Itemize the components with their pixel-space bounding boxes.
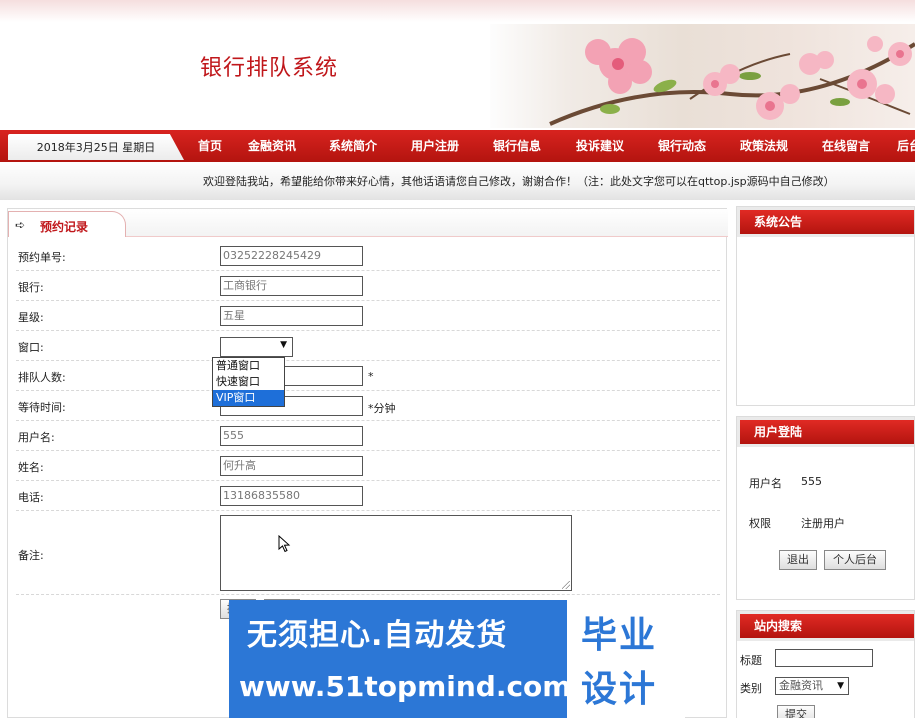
order-no-field[interactable]: 03252228245429 xyxy=(220,246,363,266)
wait-time-label: 等待时间: xyxy=(18,401,66,414)
main-nav: 2018年3月25日 星期日 首页 金融资讯 系统简介 用户注册 银行信息 投诉… xyxy=(0,130,915,162)
bank-label: 银行: xyxy=(18,281,44,294)
row-name: 姓名: 何升高 xyxy=(16,451,720,481)
search-type-value: 金融资讯 xyxy=(779,679,823,692)
search-submit-button[interactable]: 提交 xyxy=(777,705,815,718)
search-type-label: 类别 xyxy=(740,682,762,695)
row-phone: 电话: 13186835580 xyxy=(16,481,720,511)
name-field[interactable]: 何升高 xyxy=(220,456,363,476)
window-option-fast[interactable]: 快速窗口 xyxy=(213,374,284,390)
nav-item-messages[interactable]: 在线留言 xyxy=(822,130,870,162)
search-header: 站内搜索 xyxy=(737,611,914,641)
row-username: 用户名: 555 xyxy=(16,421,720,451)
name-label: 姓名: xyxy=(18,461,44,474)
nav-item-admin[interactable]: 后台 xyxy=(897,130,915,162)
row-wait-time: 等待时间: *分钟 xyxy=(16,391,720,421)
nav-item-finance-news[interactable]: 金融资讯 xyxy=(248,130,296,162)
user-name-label: 用户名 xyxy=(749,477,782,490)
star-field[interactable]: 五星 xyxy=(220,306,363,326)
resize-grip-icon[interactable] xyxy=(562,581,570,589)
phone-field[interactable]: 13186835580 xyxy=(220,486,363,506)
row-star: 星级: 五星 xyxy=(16,301,720,331)
welcome-bar: 欢迎登陆我站，希望能给你带来好心情，其他话语请您自己修改，谢谢合作！（注：此处文… xyxy=(0,162,915,200)
arrow-right-icon: ➪ xyxy=(15,218,26,232)
wait-time-unit: *分钟 xyxy=(368,402,396,415)
nav-item-home[interactable]: 首页 xyxy=(198,130,222,162)
nav-item-policies[interactable]: 政策法规 xyxy=(740,130,788,162)
panel-title: 预约记录 xyxy=(40,220,89,234)
window-label: 窗口: xyxy=(18,341,44,354)
search-title-label: 标题 xyxy=(740,654,762,667)
user-name-value: 555 xyxy=(801,475,822,488)
window-option-vip[interactable]: VIP窗口 xyxy=(213,390,284,406)
watermark-logo-line1: 毕业 xyxy=(581,615,658,656)
username-field[interactable]: 555 xyxy=(220,426,363,446)
peach-blossom-image xyxy=(549,36,915,126)
notice-title: 系统公告 xyxy=(740,210,914,234)
header: 银行排队系统 xyxy=(0,0,915,130)
remark-textarea[interactable] xyxy=(220,515,572,591)
welcome-message: 欢迎登陆我站，希望能给你带来好心情，其他话语请您自己修改，谢谢合作！（注：此处文… xyxy=(203,175,835,188)
personal-center-button[interactable]: 个人后台 xyxy=(824,550,886,570)
nav-item-system-intro[interactable]: 系统简介 xyxy=(329,130,377,162)
banner-image xyxy=(490,24,915,128)
user-login-box: 用户登陆 用户名 555 权限 注册用户 退出 个人后台 xyxy=(736,416,915,600)
window-option-normal[interactable]: 普通窗口 xyxy=(213,358,284,374)
window-dropdown-list: 普通窗口 快速窗口 VIP窗口 xyxy=(212,357,285,407)
username-label: 用户名: xyxy=(18,431,55,444)
mouse-pointer-icon xyxy=(278,535,291,553)
user-login-header: 用户登陆 xyxy=(737,417,914,447)
nav-item-register[interactable]: 用户注册 xyxy=(411,130,459,162)
notice-header: 系统公告 xyxy=(737,207,914,237)
watermark-url: www.51topmind.com xyxy=(239,670,572,703)
logout-button[interactable]: 退出 xyxy=(779,550,817,570)
queue-count-required: * xyxy=(368,370,374,383)
nav-item-bank-info[interactable]: 银行信息 xyxy=(493,130,541,162)
queue-count-label: 排队人数: xyxy=(18,371,66,384)
watermark-logo: 毕业 设计 xyxy=(567,600,685,718)
dropdown-arrow-icon: ▼ xyxy=(280,340,287,350)
row-window: 窗口: ▼ xyxy=(16,331,720,361)
user-login-title: 用户登陆 xyxy=(740,420,914,444)
row-bank: 银行: 工商银行 xyxy=(16,271,720,301)
watermark-banner: 无须担心.自动发货 www.51topmind.com 毕业 设计 xyxy=(229,600,685,718)
phone-label: 电话: xyxy=(18,491,44,504)
panel-tab: ➪ 预约记录 xyxy=(8,211,126,237)
search-title: 站内搜索 xyxy=(740,614,914,638)
notice-box: 系统公告 xyxy=(736,206,915,406)
panel-header: ➪ 预约记录 xyxy=(8,209,728,237)
user-role-label: 权限 xyxy=(749,517,771,530)
star-label: 星级: xyxy=(18,311,44,324)
site-title: 银行排队系统 xyxy=(200,56,339,81)
row-queue-count: 排队人数: * xyxy=(16,361,720,391)
bank-field[interactable]: 工商银行 xyxy=(220,276,363,296)
watermark-slogan: 无须担心.自动发货 xyxy=(247,618,508,653)
order-no-label: 预约单号: xyxy=(18,251,66,264)
remark-label: 备注: xyxy=(18,549,44,562)
nav-item-bank-news[interactable]: 银行动态 xyxy=(658,130,706,162)
search-title-input[interactable] xyxy=(775,649,873,667)
current-date: 2018年3月25日 星期日 xyxy=(8,134,184,160)
window-select[interactable]: ▼ xyxy=(220,337,293,357)
row-remark: 备注: xyxy=(16,511,720,595)
dropdown-arrow-icon: ▼ xyxy=(837,681,844,691)
row-order-no: 预约单号: 03252228245429 xyxy=(16,241,720,271)
site-search-box: 站内搜索 标题 类别 金融资讯 ▼ 提交 xyxy=(736,610,915,718)
page: 银行排队系统 2018年3月25日 星期日 首页 金融资讯 系统简介 用户注册 … xyxy=(0,0,915,718)
watermark-logo-line2: 设计 xyxy=(581,669,658,710)
user-role-value: 注册用户 xyxy=(801,517,845,530)
search-type-select[interactable]: 金融资讯 ▼ xyxy=(775,677,849,695)
nav-item-complaints[interactable]: 投诉建议 xyxy=(576,130,624,162)
